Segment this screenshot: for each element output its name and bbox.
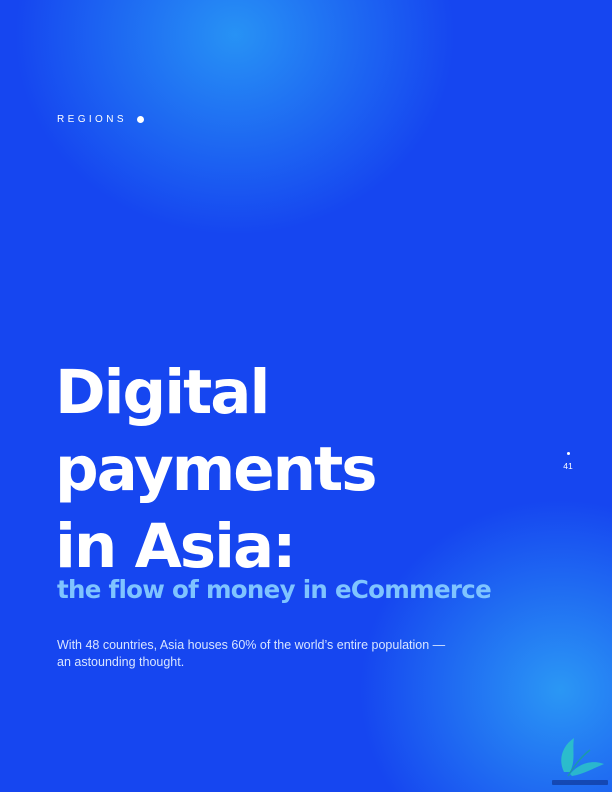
page-marker: 41 xyxy=(556,452,580,471)
page-subtitle: the flow of money in eCommerce xyxy=(57,575,492,604)
title-line-2: payments xyxy=(55,434,378,505)
page-number: 41 xyxy=(563,461,573,471)
section-label: REGIONS xyxy=(57,114,144,125)
section-label-text: REGIONS xyxy=(57,114,127,125)
intro-paragraph: With 48 countries, Asia houses 60% of th… xyxy=(57,637,497,671)
section-dot-icon xyxy=(136,116,144,123)
intro-line-1: With 48 countries, Asia houses 60% of th… xyxy=(57,638,446,652)
page-dot-icon xyxy=(566,452,570,455)
leaf-logo-icon xyxy=(552,738,608,785)
page-title: Digital payments in Asia: xyxy=(55,354,378,585)
title-line-1: Digital xyxy=(55,357,270,428)
intro-line-2: an astounding thought. xyxy=(57,655,185,669)
